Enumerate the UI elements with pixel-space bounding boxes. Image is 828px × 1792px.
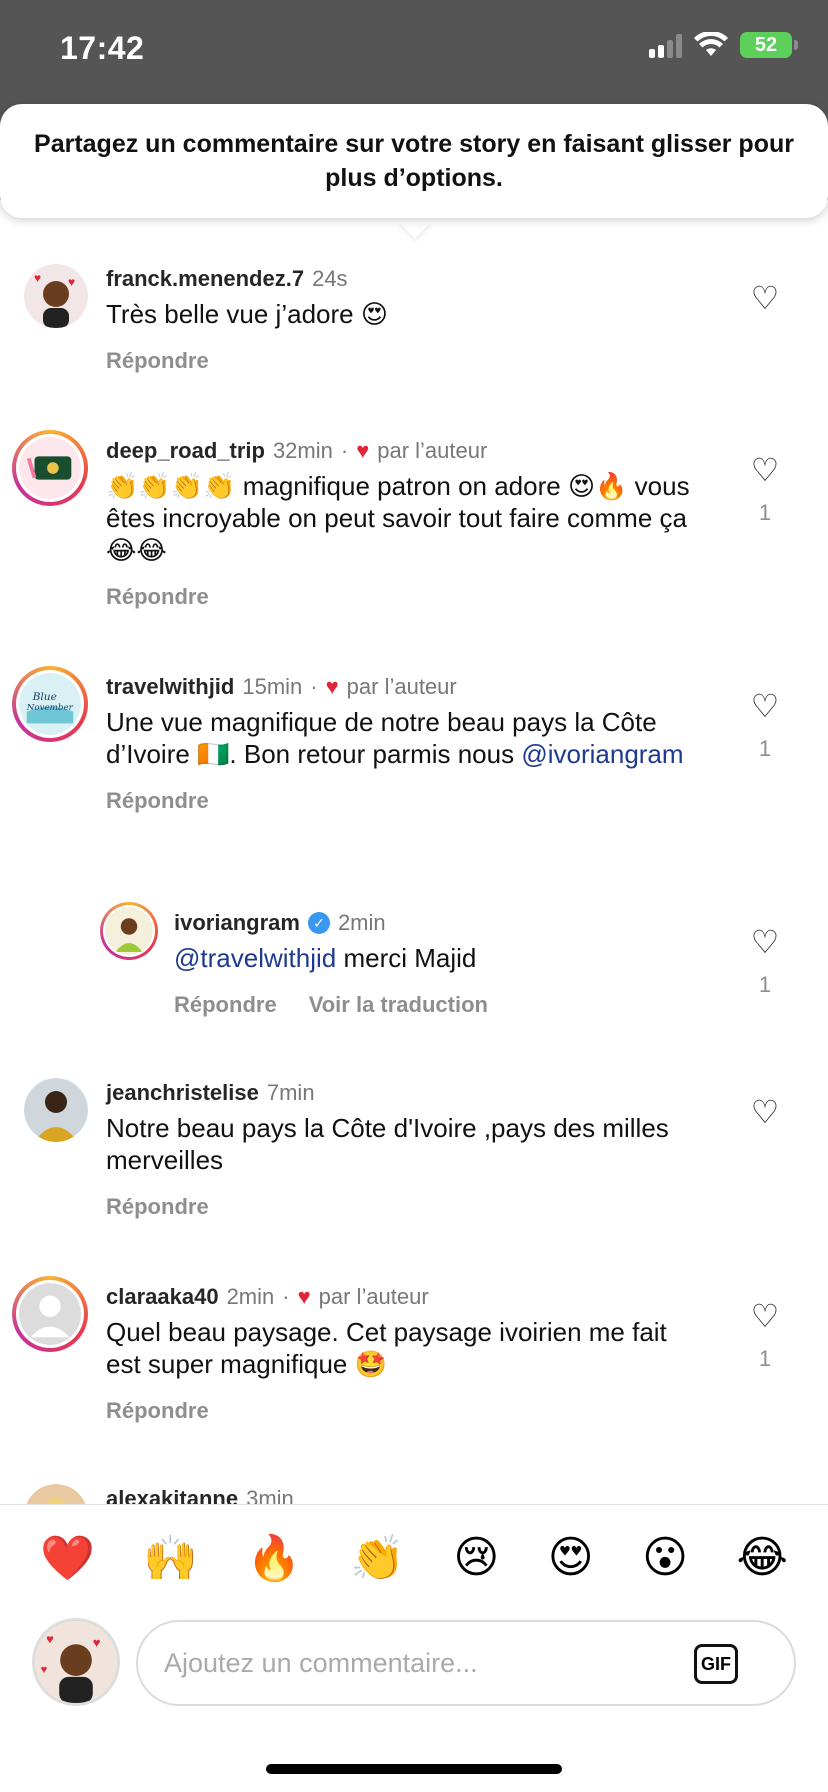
comment-text: @travelwithjid merci Majid bbox=[174, 943, 477, 973]
like-heart-icon[interactable]: ♡ bbox=[740, 926, 790, 958]
reaction-clap[interactable]: 👏 bbox=[350, 1532, 405, 1584]
like-heart-icon[interactable]: ♡ bbox=[740, 454, 790, 486]
liked-by-author: par l’auteur bbox=[318, 1284, 429, 1309]
like-heart-icon[interactable]: ♡ bbox=[740, 690, 790, 722]
comment-meta: deep_road_trip 32min · ♥ par l’auteur bbox=[106, 436, 706, 466]
like-heart-icon[interactable]: ♡ bbox=[740, 282, 790, 314]
comment-list[interactable]: ♥ ♥ franck.menendez.7 24s Très belle vue … bbox=[0, 236, 828, 1504]
svg-text:♥: ♥ bbox=[46, 1631, 54, 1646]
like-count[interactable]: 1 bbox=[740, 500, 790, 526]
comment-text: Quel beau paysage. Cet paysage ivoirien … bbox=[106, 1317, 667, 1379]
comment-username[interactable]: travelwithjid bbox=[106, 672, 234, 702]
comment-username[interactable]: alexakitanne bbox=[106, 1484, 238, 1504]
reaction-cry[interactable]: 😢 bbox=[453, 1532, 499, 1583]
comment-time: 2min bbox=[226, 1284, 275, 1309]
comment-meta: travelwithjid 15min · ♥ par l’auteur bbox=[106, 672, 706, 702]
like-heart-icon[interactable]: ♡ bbox=[740, 1096, 790, 1128]
svg-text:Blue: Blue bbox=[32, 690, 57, 703]
comment-meta: ivoriangram ✓ 2min bbox=[174, 908, 694, 938]
comment-username[interactable]: jeanchristelise bbox=[106, 1078, 259, 1108]
comment-text: Notre beau pays la Côte d'Ivoire ,pays d… bbox=[106, 1113, 669, 1175]
my-avatar[interactable]: ♥ ♥ ♥ bbox=[32, 1618, 120, 1706]
comment-text: Une vue magnifique de notre beau pays la… bbox=[106, 707, 684, 769]
avatar[interactable]: Blue November bbox=[12, 666, 88, 742]
like-heart-icon[interactable]: ♡ bbox=[740, 1300, 790, 1332]
comment-username[interactable]: franck.menendez.7 bbox=[106, 264, 304, 294]
comment-text: 👏👏👏👏 magnifique patron on adore 😍🔥 vous … bbox=[106, 471, 690, 565]
comment-meta: jeanchristelise 7min bbox=[106, 1078, 706, 1108]
comment-time: 3min bbox=[246, 1486, 294, 1504]
reply-button[interactable]: Répondre bbox=[106, 348, 209, 374]
svg-text:♥: ♥ bbox=[34, 271, 41, 285]
svg-text:♥: ♥ bbox=[68, 275, 75, 289]
svg-text:November: November bbox=[26, 703, 74, 713]
author-heart-icon: ♥ bbox=[297, 1284, 311, 1309]
mention-link[interactable]: @ivoriangram bbox=[521, 739, 683, 769]
reaction-surprised[interactable]: 😮 bbox=[642, 1532, 688, 1583]
comment-time: 15min bbox=[242, 674, 303, 699]
liked-by-author: par l’auteur bbox=[346, 674, 457, 699]
comment-time: 32min bbox=[272, 438, 333, 463]
avatar[interactable] bbox=[24, 1484, 88, 1504]
gif-button[interactable]: GIF bbox=[694, 1644, 738, 1684]
like-count[interactable]: 1 bbox=[740, 972, 790, 998]
home-indicator[interactable] bbox=[266, 1764, 562, 1774]
svg-text:♥: ♥ bbox=[93, 1635, 101, 1650]
status-icons: 52 bbox=[649, 32, 798, 58]
swipe-tooltip[interactable]: Partagez un commentaire sur votre story … bbox=[0, 104, 828, 218]
reply-button[interactable]: Répondre bbox=[106, 584, 209, 610]
mention-link[interactable]: @travelwithjid bbox=[174, 943, 336, 973]
reply-button[interactable]: Répondre bbox=[174, 992, 277, 1018]
author-heart-icon: ♥ bbox=[356, 438, 370, 463]
comment-meta: alexakitanne 3min bbox=[106, 1484, 706, 1504]
reaction-raised-hands[interactable]: 🙌 bbox=[143, 1532, 198, 1584]
comment-username[interactable]: ivoriangram bbox=[174, 908, 300, 938]
comment-username[interactable]: claraaka40 bbox=[106, 1282, 219, 1312]
comment-text: Très belle vue j’adore 😍 bbox=[106, 299, 388, 329]
comment-meta: franck.menendez.7 24s bbox=[106, 264, 706, 294]
status-time: 17:42 bbox=[60, 30, 145, 66]
signal-icon bbox=[649, 32, 682, 58]
reaction-laugh[interactable]: 😂 bbox=[737, 1532, 788, 1583]
reaction-heart-eyes[interactable]: 😍 bbox=[548, 1532, 594, 1583]
author-heart-icon: ♥ bbox=[325, 674, 339, 699]
wifi-icon bbox=[694, 32, 728, 56]
avatar[interactable]: ♥ ♥ bbox=[24, 264, 88, 328]
avatar[interactable] bbox=[12, 430, 88, 506]
like-count[interactable]: 1 bbox=[740, 1346, 790, 1372]
quick-reactions-bar: ❤️ 🙌 🔥 👏 😢 😍 😮 😂 bbox=[0, 1504, 828, 1610]
avatar[interactable] bbox=[100, 902, 158, 960]
like-count[interactable]: 1 bbox=[740, 736, 790, 762]
comment-time: 2min bbox=[337, 910, 386, 935]
comment-username[interactable]: deep_road_trip bbox=[106, 436, 265, 466]
comment-meta: claraaka40 2min · ♥ par l’auteur bbox=[106, 1282, 706, 1312]
verified-badge-icon: ✓ bbox=[307, 912, 330, 934]
translate-button[interactable]: Voir la traduction bbox=[309, 992, 488, 1018]
reaction-heart[interactable]: ❤️ bbox=[40, 1532, 95, 1584]
comment-composer: ♥ ♥ ♥ GIF bbox=[0, 1610, 828, 1734]
comment-time: 7min bbox=[266, 1080, 315, 1105]
battery-icon: 52 bbox=[740, 32, 798, 58]
comment-time: 24s bbox=[312, 266, 348, 291]
reply-button[interactable]: Répondre bbox=[106, 1194, 209, 1220]
svg-text:♥: ♥ bbox=[41, 1664, 48, 1676]
avatar[interactable] bbox=[24, 1078, 88, 1142]
reply-button[interactable]: Répondre bbox=[106, 1398, 209, 1424]
liked-by-author: par l’auteur bbox=[377, 438, 488, 463]
avatar[interactable] bbox=[12, 1276, 88, 1352]
reply-button[interactable]: Répondre bbox=[106, 788, 209, 814]
reaction-fire[interactable]: 🔥 bbox=[247, 1532, 302, 1584]
